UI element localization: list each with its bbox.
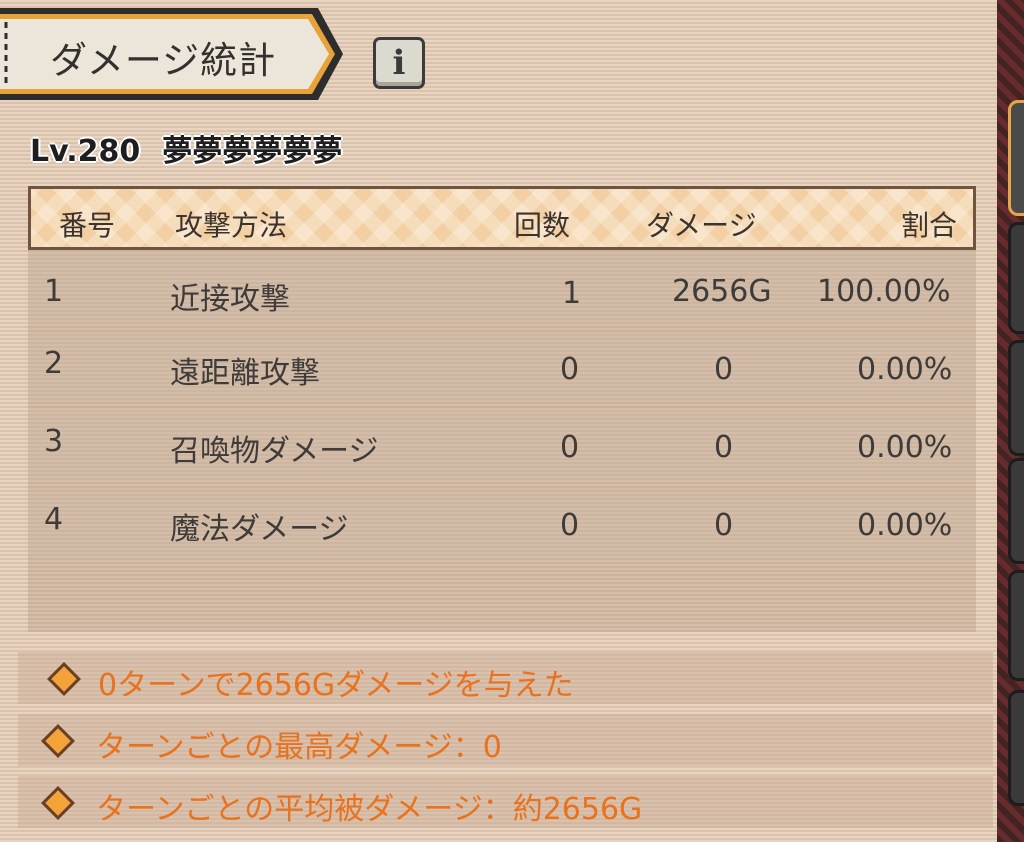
side-tab-5[interactable] — [1008, 570, 1024, 681]
table-header: 番号 攻撃方法 回数 ダメージ 割合 — [28, 186, 976, 250]
table-row: 2 遠距離攻撃 0 0 0.00% — [28, 332, 976, 402]
player-info: Lv.280 夢夢夢夢夢夢 — [30, 126, 342, 170]
row-method: 魔法ダメージ — [170, 512, 349, 547]
side-tab-2[interactable] — [1008, 222, 1024, 334]
summary-text: ターンごとの平均被ダメージ：約2656G — [96, 792, 643, 827]
row-count: 1 — [562, 276, 582, 311]
summary-line: ターンごとの平均被ダメージ：約2656G — [18, 776, 993, 828]
table-row: 4 魔法ダメージ 0 0 0.00% — [28, 488, 976, 558]
row-damage: 0 — [714, 352, 734, 387]
row-number: 4 — [44, 502, 64, 537]
header-ratio: 割合 — [901, 209, 958, 242]
player-level: Lv.280 — [30, 134, 141, 169]
header-attack-method: 攻撃方法 — [175, 209, 288, 242]
table-row: 1 近接攻撃 1 2656G 100.00% — [28, 254, 976, 324]
damage-table — [28, 186, 976, 632]
row-method: 近接攻撃 — [170, 282, 290, 317]
row-ratio: 0.00% — [857, 430, 953, 465]
row-number: 3 — [44, 424, 64, 459]
row-damage: 0 — [714, 508, 734, 543]
header-number: 番号 — [59, 209, 116, 242]
row-ratio: 0.00% — [857, 352, 953, 387]
row-method: 召喚物ダメージ — [170, 434, 379, 469]
diamond-icon — [47, 662, 81, 696]
row-ratio: 0.00% — [857, 508, 953, 543]
row-count: 0 — [560, 508, 580, 543]
side-tab-6[interactable] — [1008, 690, 1024, 806]
row-count: 0 — [560, 430, 580, 465]
row-count: 0 — [560, 352, 580, 387]
row-ratio: 100.00% — [817, 274, 951, 309]
row-damage: 2656G — [672, 274, 772, 309]
summary-text: ターンごとの最高ダメージ：0 — [96, 730, 502, 765]
summary-text: 0ターンで2656Gダメージを与えた — [98, 668, 574, 703]
row-number: 2 — [44, 346, 64, 381]
row-number: 1 — [44, 274, 64, 309]
side-tab-3[interactable] — [1008, 340, 1024, 456]
row-damage: 0 — [714, 430, 734, 465]
header-damage: ダメージ — [646, 209, 757, 242]
side-tab-4[interactable] — [1008, 458, 1024, 564]
info-icon[interactable]: i — [373, 37, 425, 89]
row-method: 遠距離攻撃 — [170, 356, 320, 391]
summary-line: ターンごとの最高ダメージ：0 — [18, 714, 993, 766]
page-title: ダメージ統計 — [50, 39, 277, 82]
side-tab-1[interactable] — [1008, 100, 1024, 216]
table-row: 3 召喚物ダメージ 0 0 0.00% — [28, 410, 976, 480]
diamond-icon — [41, 724, 75, 758]
player-name: 夢夢夢夢夢夢 — [162, 134, 343, 169]
diamond-icon — [41, 786, 75, 820]
header-count: 回数 — [514, 209, 571, 242]
summary-line: 0ターンで2656Gダメージを与えた — [18, 652, 993, 704]
